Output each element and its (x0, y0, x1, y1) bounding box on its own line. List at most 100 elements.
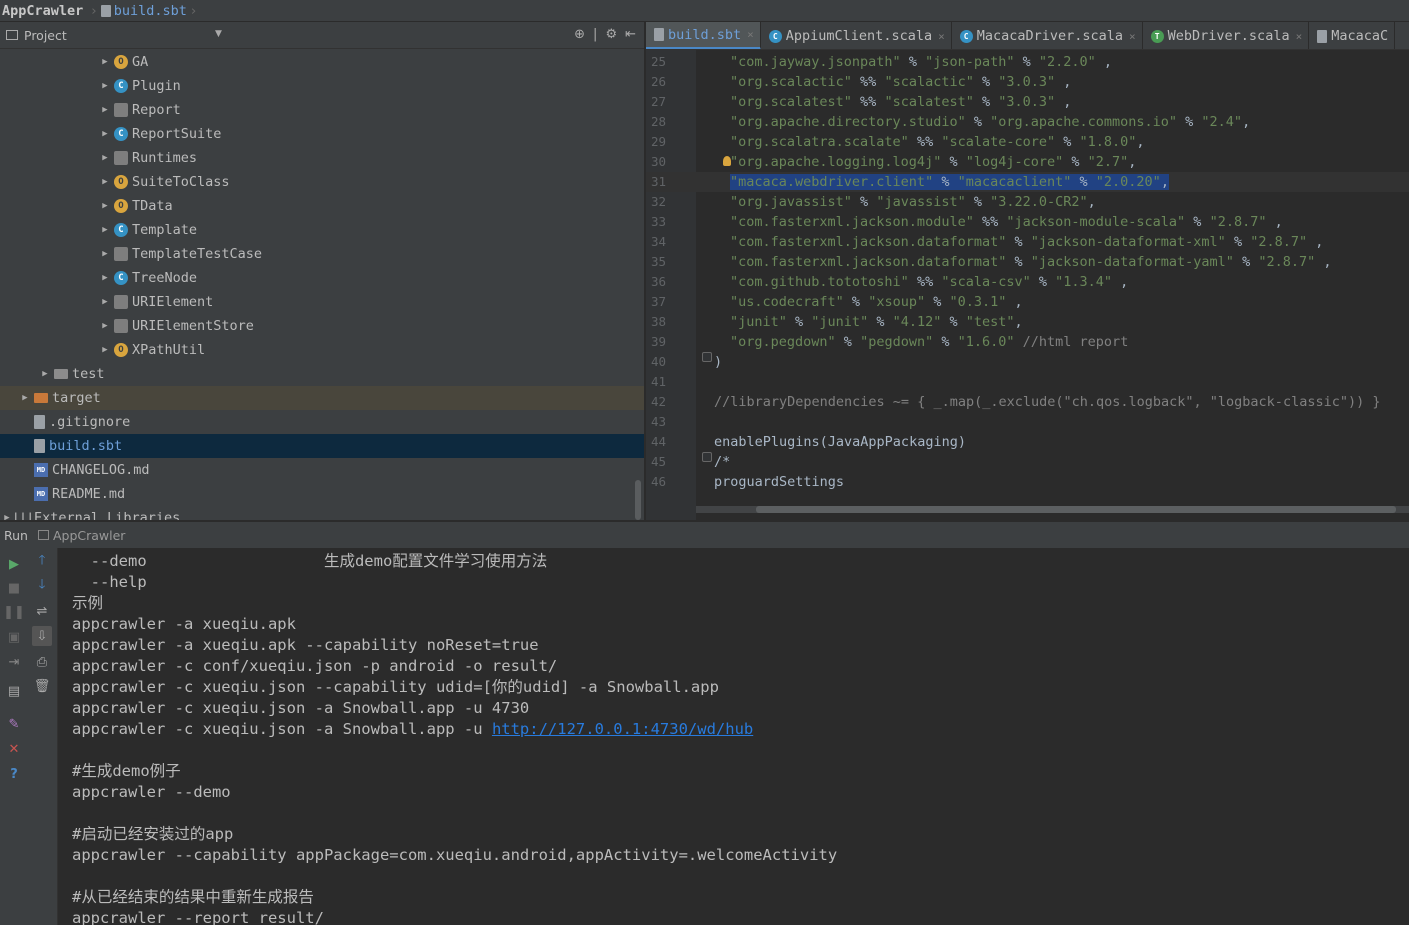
code-line[interactable]: 33 "com.fasterxml.jackson.module" %% "jac… (646, 212, 1409, 232)
editor-tab-appiumclient-scala[interactable]: C AppiumClient.scala × (761, 22, 952, 49)
expand-arrow-icon[interactable]: ▶ (100, 249, 110, 259)
scroll-to-end-icon[interactable]: ⇩ (32, 626, 52, 646)
expand-arrow-icon[interactable]: ▶ (40, 369, 50, 379)
code-line[interactable]: 29 "org.scalatra.scalate" %% "scalate-cor… (646, 132, 1409, 152)
code-line[interactable]: 36 "com.github.tototoshi" %% "scala-csv" … (646, 272, 1409, 292)
code-line[interactable]: 37 "us.codecraft" % "xsoup" % "0.3.1" , (646, 292, 1409, 312)
trash-icon[interactable]: 🗑 (32, 676, 52, 696)
run-config-tab[interactable]: AppCrawler (37, 528, 125, 543)
tree-item-xpathutil[interactable]: ▶ O XPathUtil (0, 338, 644, 362)
close-icon[interactable]: × (938, 30, 945, 43)
close-icon[interactable]: × (1296, 30, 1303, 43)
fold-marker-icon[interactable] (702, 352, 712, 362)
expand-arrow-icon[interactable]: ▶ (100, 57, 110, 67)
project-scrollbar[interactable] (635, 480, 641, 520)
code-line[interactable]: 31 "macaca.webdriver.client" % "macacacli… (646, 172, 1409, 192)
scroll-from-source-icon[interactable]: ⊕ (574, 27, 585, 42)
help-icon[interactable]: ? (4, 764, 24, 784)
chevron-down-icon[interactable]: ▼ (215, 29, 222, 39)
code-line[interactable]: 25 "com.jayway.jsonpath" % "json-path" % … (646, 52, 1409, 72)
code-line[interactable]: 42 //libraryDependencies ~= { _.map(_.exc… (646, 392, 1409, 412)
code-line[interactable]: 44 enablePlugins(JavaAppPackaging) (646, 432, 1409, 452)
expand-arrow-icon[interactable]: ▶ (100, 273, 110, 283)
expand-arrow-icon[interactable]: ▶ (100, 321, 110, 331)
code-line[interactable]: 35 "com.fasterxml.jackson.dataformat" % "… (646, 252, 1409, 272)
soft-wrap-icon[interactable]: ⇌ (32, 601, 52, 621)
editor-tab-webdriver-scala[interactable]: T WebDriver.scala × (1143, 22, 1310, 49)
editor-tab-macacadriver-scala[interactable]: C MacacaDriver.scala × (952, 22, 1143, 49)
tree-item-urielement[interactable]: ▶ URIElement (0, 290, 644, 314)
tree-item-treenode[interactable]: ▶ C TreeNode (0, 266, 644, 290)
editor-horizontal-scrollbar[interactable] (696, 506, 1409, 513)
code-line[interactable]: 30 "org.apache.logging.log4j" % "log4j-co… (646, 152, 1409, 172)
code-line[interactable]: 26 "org.scalactic" %% "scalactic" % "3.0.… (646, 72, 1409, 92)
close-icon[interactable]: × (747, 28, 754, 41)
code-line[interactable]: 32 "org.javassist" % "javassist" % "3.22.… (646, 192, 1409, 212)
gear-icon[interactable]: ⚙ (605, 27, 617, 42)
tree-item-ga[interactable]: ▶ O GA (0, 50, 644, 74)
hide-panel-icon[interactable]: ⇤ (625, 27, 636, 42)
code-line[interactable]: 39 "org.pegdown" % "pegdown" % "1.6.0" //… (646, 332, 1409, 352)
run-panel-label[interactable]: Run (4, 528, 28, 543)
expand-arrow-icon[interactable]: ▶ (100, 345, 110, 355)
tree-item-templatetestcase[interactable]: ▶ TemplateTestCase (0, 242, 644, 266)
tree-item-report[interactable]: ▶ Report (0, 98, 644, 122)
expand-arrow-icon[interactable]: ▶ (100, 225, 110, 235)
code-line[interactable]: 27 "org.scalatest" %% "scalatest" % "3.0.… (646, 92, 1409, 112)
code-line[interactable]: 45 /* (646, 452, 1409, 472)
exit-icon[interactable]: ⇥ (4, 652, 24, 672)
fold-marker-icon[interactable] (702, 452, 712, 462)
tree-item-runtimes[interactable]: ▶ Runtimes (0, 146, 644, 170)
console-link[interactable]: http://127.0.0.1:4730/wd/hub (492, 720, 753, 738)
code-line[interactable]: 43 (646, 412, 1409, 432)
tree-item-urielementstore[interactable]: ▶ URIElementStore (0, 314, 644, 338)
layout-icon[interactable]: ▤ (4, 681, 24, 701)
tree-item-suitetoclass[interactable]: ▶ O SuiteToClass (0, 170, 644, 194)
expand-arrow-icon[interactable]: ▶ (2, 513, 12, 520)
tree-item-reportsuite[interactable]: ▶ C ReportSuite (0, 122, 644, 146)
code-line[interactable]: 34 "com.fasterxml.jackson.dataformat" % "… (646, 232, 1409, 252)
expand-arrow-icon[interactable]: ▶ (100, 297, 110, 307)
pin-icon[interactable]: ✎ (4, 714, 24, 734)
pause-icon[interactable]: ❚❚ (3, 602, 25, 622)
arrow-up-icon[interactable]: 🡑 (32, 552, 52, 572)
expand-arrow-icon[interactable]: ▶ (100, 177, 110, 187)
tree-item-external-libraries[interactable]: ▶ ||| External Libraries (0, 506, 644, 520)
tree-item-tdata[interactable]: ▶ O TData (0, 194, 644, 218)
scala-object-icon: O (114, 175, 128, 189)
collapse-all-icon[interactable]: | (593, 27, 597, 42)
expand-arrow-icon[interactable]: ▶ (100, 201, 110, 211)
tree-item-readme-md[interactable]: MD README.md (0, 482, 644, 506)
stop-icon[interactable]: ■ (4, 578, 24, 598)
tree-item-target[interactable]: ▶ target (0, 386, 644, 410)
expand-arrow-icon[interactable]: ▶ (100, 81, 110, 91)
close-icon[interactable]: ✕ (4, 739, 24, 759)
tree-item-plugin[interactable]: ▶ C Plugin (0, 74, 644, 98)
tree-item-gitignore[interactable]: .gitignore (0, 410, 644, 434)
editor-tab-build-sbt[interactable]: build.sbt × (646, 22, 761, 49)
code-line[interactable]: 41 (646, 372, 1409, 392)
tree-item-template[interactable]: ▶ C Template (0, 218, 644, 242)
breadcrumb-project[interactable]: AppCrawler (0, 3, 87, 19)
code-line[interactable]: 38 "junit" % "junit" % "4.12" % "test", (646, 312, 1409, 332)
tree-item-build-sbt[interactable]: build.sbt (0, 434, 644, 458)
rerun-icon[interactable]: ▶ (4, 554, 24, 574)
console-output[interactable]: --demo 生成demo配置文件学习使用方法 --help 示例 appcrawl… (58, 548, 1409, 925)
editor-tab-macacac[interactable]: MacacaC (1309, 22, 1396, 49)
expand-arrow-icon[interactable]: ▶ (100, 129, 110, 139)
expand-arrow-icon[interactable]: ▶ (100, 105, 110, 115)
breadcrumb-file[interactable]: build.sbt (100, 3, 187, 19)
intention-lightbulb-icon[interactable] (723, 156, 731, 166)
expand-arrow-icon[interactable]: ▶ (20, 393, 30, 403)
arrow-down-icon[interactable]: 🡓 (32, 576, 52, 596)
close-icon[interactable]: × (1129, 30, 1136, 43)
tree-item-changelog-md[interactable]: MD CHANGELOG.md (0, 458, 644, 482)
print-icon[interactable]: ⎙ (32, 652, 52, 672)
dump-threads-icon[interactable]: ▣ (4, 627, 24, 647)
project-panel-title[interactable]: Project (24, 28, 67, 43)
code-line[interactable]: 40) (646, 352, 1409, 372)
tree-item-test[interactable]: ▶ test (0, 362, 644, 386)
code-line[interactable]: 28 "org.apache.directory.studio" % "org.a… (646, 112, 1409, 132)
code-line[interactable]: 46 proguardSettings (646, 472, 1409, 492)
expand-arrow-icon[interactable]: ▶ (100, 153, 110, 163)
